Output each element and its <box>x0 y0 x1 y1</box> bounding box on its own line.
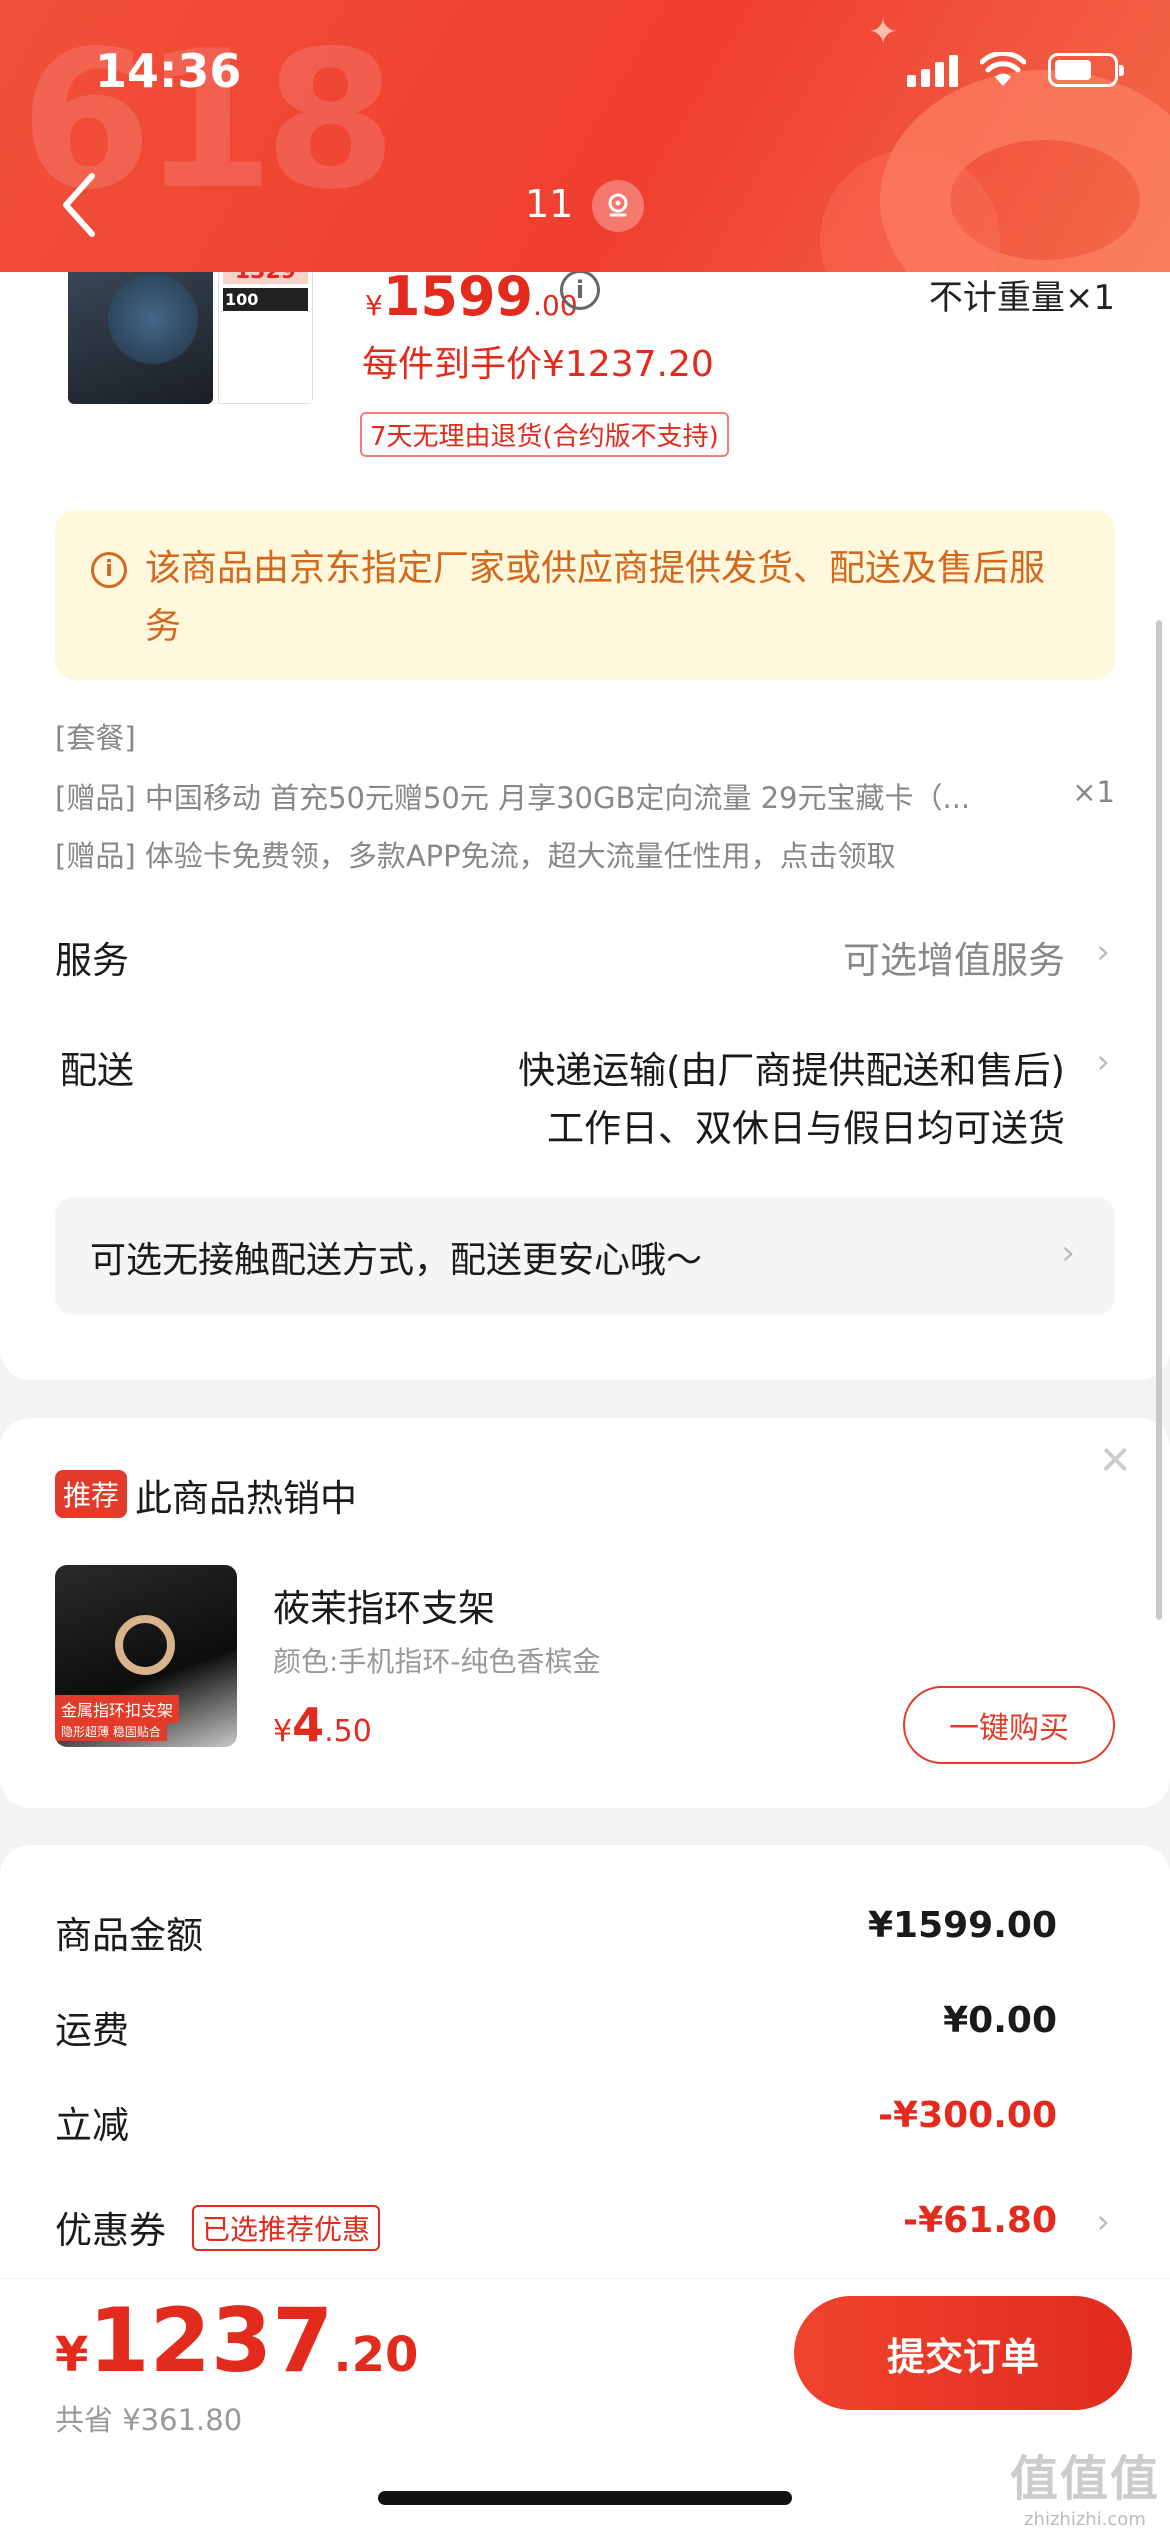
home-indicator <box>378 2491 792 2505</box>
discount-value: -¥300.00 <box>878 2095 1057 2136</box>
chevron-right-icon: › <box>1061 1233 1075 1273</box>
recommendation-card: ✕ 推荐 此商品热销中 金属指环扣支架 隐形超薄 稳固贴合 莜茉指环支架 颜色:… <box>0 1418 1170 1808</box>
coupon-value: -¥61.80 <box>903 2200 1057 2241</box>
sparkle-icon: ✦ <box>868 12 899 53</box>
submit-order-button[interactable]: 提交订单 <box>794 2296 1132 2410</box>
gift-item-2[interactable]: [赠品] 体验卡免费领，多款APP免流，超大流量任性用，点击领取 <box>55 833 896 875</box>
notice-text: 该商品由京东指定厂家或供应商提供发货、配送及售后服务 <box>145 548 1046 647</box>
goods-amount-value: ¥1599.00 <box>867 1905 1057 1946</box>
recommend-product-attr: 颜色:手机指环-纯色香槟金 <box>273 1645 601 1678</box>
location-pin-icon[interactable] <box>592 180 644 232</box>
ring-holder-image[interactable]: 金属指环扣支架 隐形超薄 稳固贴合 <box>55 1565 237 1747</box>
delivery-time: 工作日、双休日与假日均可送货 <box>547 1107 1065 1150</box>
status-time: 14:36 <box>95 44 242 98</box>
recommend-tag: 推荐 <box>55 1470 128 1518</box>
seller-notice: i 该商品由京东指定厂家或供应商提供发货、配送及售后服务 <box>55 510 1115 680</box>
gift-item-1[interactable]: [赠品] 中国移动 首充50元赠50元 月享30GB定向流量 29元宝藏卡（..… <box>55 775 970 817</box>
total-saved: 共省 ¥361.80 <box>55 2403 243 2437</box>
goods-amount-label: 商品金额 <box>55 1914 203 1957</box>
chevron-right-icon: › <box>1096 1042 1110 1082</box>
discount-label: 立减 <box>55 2104 129 2147</box>
per-item-price: 每件到手价¥1237.20 <box>362 344 714 385</box>
contactless-text: 可选无接触配送方式，配送更安心哦～ <box>90 1240 703 1281</box>
battery-icon <box>1048 53 1124 87</box>
contactless-delivery-option[interactable]: 可选无接触配送方式，配送更安心哦～ › <box>55 1197 1115 1315</box>
delivery-method: 快递运输(由厂商提供配送和售后) <box>518 1049 1065 1092</box>
watermark: 值值值 zhizhizhi.com <box>1009 2451 1160 2530</box>
scrollbar[interactable] <box>1156 620 1162 1620</box>
close-icon[interactable]: ✕ <box>1098 1438 1132 1484</box>
shipping-value: ¥0.00 <box>943 2000 1057 2041</box>
checkout-bar: ¥1237.20 共省 ¥361.80 提交订单 值值值 zhizhizhi.c… <box>0 2278 1170 2532</box>
order-product-card: 1329 100 ¥1599.00 i 不计重量×1 每件到手价¥1237.20… <box>0 230 1170 1380</box>
return-policy-tag: 7天无理由退货(合约版不支持) <box>360 412 729 457</box>
image-label: 金属指环扣支架 <box>55 1695 180 1723</box>
recommend-product-price: ¥4.50 <box>273 1698 372 1752</box>
image-sublabel: 隐形超薄 稳固贴合 <box>55 1722 167 1741</box>
info-icon: i <box>91 552 127 588</box>
chevron-right-icon: › <box>1096 2202 1110 2242</box>
back-arrow-icon[interactable] <box>58 170 100 240</box>
promo-image: 1329 100 <box>218 254 313 404</box>
one-click-buy-button[interactable]: 一键购买 <box>903 1686 1115 1764</box>
gift-item-1-qty: ×1 <box>1072 775 1115 809</box>
recommend-title: 此商品热销中 <box>135 1477 357 1520</box>
coupon-label: 优惠券 <box>55 2209 166 2252</box>
nav-count: 11 <box>525 182 574 226</box>
service-value: 可选增值服务 <box>843 939 1065 982</box>
product-price: ¥1599.00 <box>365 265 578 328</box>
weight-quantity: 不计重量×1 <box>928 278 1115 318</box>
service-label: 服务 <box>55 939 129 982</box>
shipping-label: 运费 <box>55 2009 129 2052</box>
info-icon[interactable]: i <box>560 270 600 310</box>
header: 618 ✦ 14:36 11 <box>0 0 1170 272</box>
package-label: [套餐] <box>55 721 136 755</box>
recommend-product-name[interactable]: 莜茉指环支架 <box>273 1578 495 1632</box>
chevron-right-icon: › <box>1096 932 1110 972</box>
coupon-tag: 已选推荐优惠 <box>192 2205 381 2251</box>
total-price: ¥1237.20 <box>55 2289 419 2392</box>
wifi-icon <box>980 52 1026 86</box>
phone-image <box>68 254 213 404</box>
product-thumbnail[interactable]: 1329 100 <box>68 254 313 404</box>
status-icons <box>907 52 1124 88</box>
signal-icon <box>907 53 958 87</box>
delivery-label: 配送 <box>60 1049 134 1092</box>
promo-badge: 100 <box>223 288 308 311</box>
